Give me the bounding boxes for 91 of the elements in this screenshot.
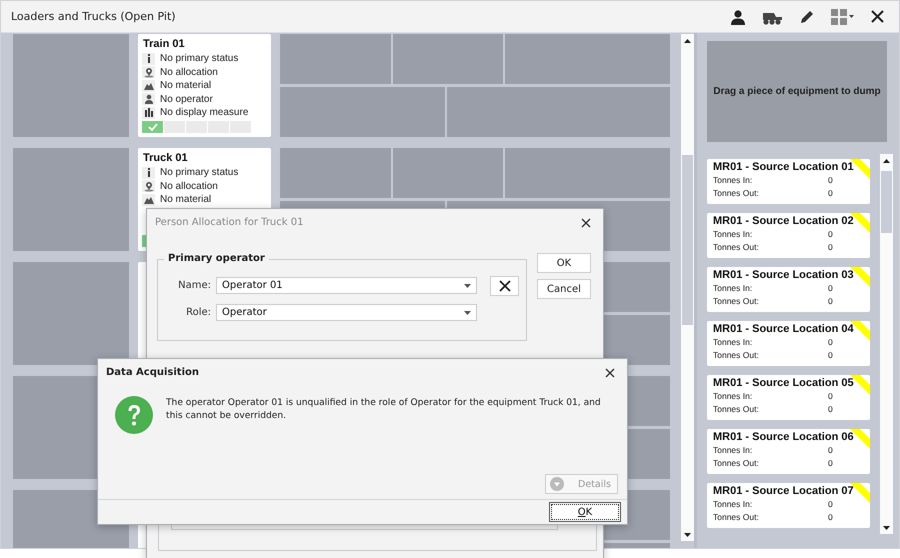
field-value: 0	[828, 174, 833, 184]
field-value: 0	[828, 512, 833, 522]
question-icon	[115, 396, 153, 434]
scroll-up-icon	[684, 39, 691, 43]
field-label: Tonnes Out:	[713, 296, 760, 306]
location-title: MR01 - Source Location 02	[713, 215, 855, 227]
close-icon	[605, 368, 615, 378]
scrollbar[interactable]	[681, 34, 694, 541]
status-text: No primary status	[160, 53, 238, 64]
pencil-icon	[799, 8, 815, 24]
field-label: Name:	[177, 280, 211, 291]
scroll-down-icon	[883, 526, 890, 530]
window-title: Loaders and Trucks (Open Pit)	[11, 10, 176, 23]
card-title: Train 01	[143, 38, 186, 50]
status-text: No material	[160, 194, 212, 206]
person-icon	[730, 8, 746, 24]
status-text: No allocation	[160, 66, 218, 78]
equipment-card[interactable]: Train 01 No primary status No allocation No material No operator No display measure	[138, 34, 271, 137]
location-card[interactable]: MR01 - Source Location 06 Tonnes In: 0 Tonnes Out: 0	[707, 429, 870, 474]
card-title: Truck 01	[143, 152, 189, 164]
location-title: MR01 - Source Location 01	[713, 161, 855, 173]
allocation-icon	[144, 66, 154, 78]
dialog-title: Data Acquisition	[106, 367, 200, 378]
dropdown-field[interactable]: Operator 01	[216, 277, 477, 294]
location-title: MR01 - Source Location 07	[713, 485, 855, 497]
field-value: 0	[828, 228, 833, 238]
location-card[interactable]: MR01 - Source Location 05 Tonnes In: 0 Tonnes Out: 0	[707, 375, 870, 420]
scroll-down-icon	[684, 533, 691, 537]
close-icon	[581, 218, 591, 228]
caret-icon	[464, 284, 471, 288]
check-icon	[148, 123, 158, 131]
measure-icon	[144, 107, 154, 118]
close-icon	[870, 8, 885, 24]
field-label: Tonnes In:	[713, 390, 754, 400]
cancel-button[interactable]: Cancel	[537, 279, 591, 299]
drop-zone[interactable]: Drag a piece of equipment to dump	[707, 41, 887, 142]
status-text: No allocation	[160, 180, 218, 192]
field-label: Tonnes In:	[713, 174, 754, 184]
status-text: No material	[160, 80, 212, 92]
field-value: 0	[828, 458, 833, 468]
location-card[interactable]: MR01 - Source Location 01 Tonnes In: 0 Tonnes Out: 0	[707, 159, 870, 204]
field-label: Tonnes In:	[713, 498, 754, 508]
allocation-icon	[144, 180, 154, 192]
location-card[interactable]: MR01 - Source Location 02 Tonnes In: 0 Tonnes Out: 0	[707, 213, 870, 258]
location-card[interactable]: MR01 - Source Location 04 Tonnes In: 0 Tonnes Out: 0	[707, 321, 870, 366]
expand-icon	[550, 477, 564, 491]
field-label: Tonnes Out:	[713, 458, 760, 468]
field-label: Tonnes In:	[713, 444, 754, 454]
scrollbar-thumb[interactable]	[682, 155, 693, 325]
close-button[interactable]	[603, 366, 617, 380]
location-title: MR01 - Source Location 05	[713, 377, 855, 389]
field-value: 0	[828, 404, 833, 414]
field-value: 0	[828, 350, 833, 360]
location-card[interactable]: MR01 - Source Location 03 Tonnes In: 0 Tonnes Out: 0	[707, 267, 870, 312]
field-label: Tonnes Out:	[713, 404, 760, 414]
location-card[interactable]: MR01 - Source Location 07 Tonnes In: 0 Tonnes Out: 0	[707, 483, 870, 528]
close-icon	[498, 280, 510, 292]
field-value: 0	[828, 242, 833, 252]
ok-button[interactable]: OK	[549, 502, 621, 522]
close-button[interactable]	[579, 216, 593, 230]
message-text: The operator Operator 01 is unqualified in the role of Operator for the equipment Truck 01, and this cannot be overridden.	[166, 397, 602, 423]
location-title: MR01 - Source Location 03	[713, 269, 855, 281]
field-value: 0	[828, 390, 833, 400]
grid-icon	[831, 8, 854, 24]
field-label: Tonnes Out:	[713, 242, 760, 252]
status-text: No display measure	[160, 107, 248, 118]
field-value: 0	[828, 336, 833, 346]
field-label: Tonnes Out:	[713, 188, 760, 198]
scrollbar-thumb[interactable]	[881, 171, 892, 233]
field-value: 0	[828, 498, 833, 508]
status-text: No operator	[160, 94, 213, 105]
field-value: 0	[828, 282, 833, 292]
field-label: Role:	[185, 307, 211, 318]
status-text: No primary status	[160, 167, 238, 178]
field-label: Tonnes Out:	[713, 512, 760, 522]
scrollbar[interactable]	[880, 154, 893, 534]
scroll-up-icon	[883, 159, 890, 163]
field-value: 0	[828, 444, 833, 454]
field-value: 0	[828, 188, 833, 198]
field-label: Tonnes In:	[713, 336, 754, 346]
group-title: Primary operator	[164, 253, 269, 264]
operator-icon	[144, 94, 154, 105]
dropdown-field[interactable]: Operator	[216, 304, 477, 321]
location-title: MR01 - Source Location 04	[713, 323, 855, 335]
field-value: 0	[828, 296, 833, 306]
field-label: Tonnes In:	[713, 228, 754, 238]
location-title: MR01 - Source Location 06	[713, 431, 855, 443]
clear-button[interactable]	[490, 276, 519, 296]
field-label: Tonnes In:	[713, 282, 754, 292]
ok-button[interactable]: OK	[537, 253, 591, 273]
field-label: Tonnes Out:	[713, 350, 760, 360]
